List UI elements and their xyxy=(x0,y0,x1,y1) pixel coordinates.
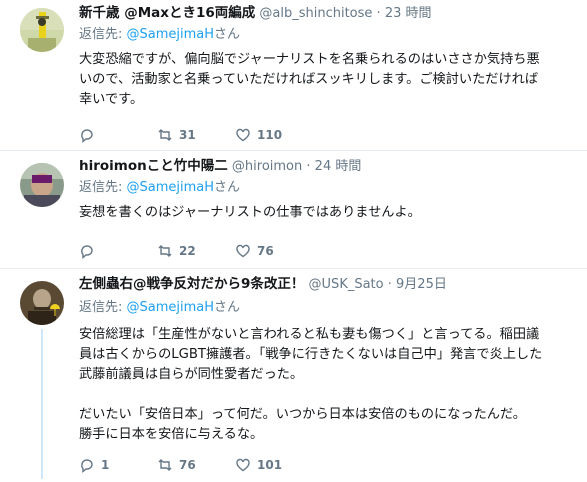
tweet-timestamp[interactable]: 23 時間 xyxy=(385,6,432,21)
avatar[interactable] xyxy=(20,281,64,325)
tweet-text-line: 大変恐縮ですが、偏向脳でジャーナリストを名乗られるのはいささか気持ち悪 xyxy=(79,52,540,67)
tweet-text-line: 幸いです。 xyxy=(79,92,144,107)
tweet[interactable]: 左側蟲右@戦争反対だから9条改正！ @USK_Sato · 9月25日 返信先:… xyxy=(0,269,587,482)
reply-prefix: 返信先: xyxy=(79,180,127,195)
retweet-icon xyxy=(158,245,172,257)
reply-suffix: さん xyxy=(214,180,241,195)
reply-prefix: 返信先: xyxy=(79,300,127,315)
like-icon xyxy=(236,128,250,142)
tweet[interactable]: 新千歳 @Maxとき16両編成 @alb_shinchitose · 23 時間… xyxy=(0,0,587,151)
reply-mention-link[interactable]: @SamejimaH xyxy=(127,27,215,42)
retweet-icon xyxy=(158,129,172,141)
tweet-text-line: 員は古くからのLGBT擁護者。「戦争に行きたくないは自己中」発言で炎上した xyxy=(79,347,543,362)
reply-context: 返信先: @SamejimaHさん xyxy=(79,299,240,317)
user-handle[interactable]: @USK_Sato xyxy=(309,277,384,292)
reply-count: 1 xyxy=(101,458,110,472)
separator-dot: · xyxy=(306,159,311,174)
like-count: 101 xyxy=(257,458,283,472)
reply-button[interactable] xyxy=(79,241,101,261)
display-name[interactable]: 左側蟲右@戦争反対だから9条改正！ xyxy=(79,276,304,292)
reply-suffix: さん xyxy=(214,300,241,315)
display-name[interactable]: 新千歳 @Maxとき16両編成 xyxy=(79,5,255,21)
like-count: 76 xyxy=(257,244,274,258)
tweet-timestamp[interactable]: 24 時間 xyxy=(315,159,362,174)
user-handle[interactable]: @alb_shinchitose xyxy=(259,6,372,21)
reply-button[interactable] xyxy=(79,125,101,145)
retweet-count: 76 xyxy=(179,458,196,472)
retweet-button[interactable]: 31 xyxy=(157,125,196,145)
reply-mention-link[interactable]: @SamejimaH xyxy=(127,300,215,315)
tweet-header: 左側蟲右@戦争反対だから9条改正！ @USK_Sato · 9月25日 xyxy=(79,275,577,294)
tweet-text-line: 安倍総理は「生産性がないと言われると私も妻も傷つく」と言ってる。稲田議 xyxy=(79,327,540,342)
reply-button[interactable]: 1 xyxy=(79,455,109,475)
like-icon xyxy=(236,244,250,258)
retweet-button[interactable]: 76 xyxy=(157,455,196,475)
thread-line xyxy=(41,329,43,479)
like-count: 110 xyxy=(257,128,283,142)
reply-context: 返信先: @SamejimaHさん xyxy=(79,179,240,197)
avatar[interactable] xyxy=(20,8,64,52)
like-button[interactable]: 76 xyxy=(235,241,274,261)
tweet[interactable]: hiroimonこと竹中陽二 @hiroimon · 24 時間 返信先: @S… xyxy=(0,151,587,269)
tweet-text-line: 武藤前議員は自らが同性愛者だった。 xyxy=(79,367,304,382)
tweet-text: 大変恐縮ですが、偏向脳でジャーナリストを名乗られるのはいささか気持ち悪 いので、… xyxy=(79,50,579,110)
tweet-text: 妄想を書くのはジャーナリストの仕事ではありませんよ。 xyxy=(79,203,579,223)
tweet-text-line: いので、活動家と名乗っていただければスッキリします。ご検討いただければ xyxy=(79,72,539,87)
retweet-icon xyxy=(158,459,172,471)
tweet-header: 新千歳 @Maxとき16両編成 @alb_shinchitose · 23 時間 xyxy=(79,4,577,23)
like-icon xyxy=(236,458,250,472)
user-handle[interactable]: @hiroimon xyxy=(232,159,302,174)
tweet-text-line: だいたい「安倍日本」って何だ。いつから日本は安倍のものになったんだ。 xyxy=(79,407,526,422)
reply-icon xyxy=(81,245,93,259)
reply-prefix: 返信先: xyxy=(79,27,127,42)
retweet-count: 31 xyxy=(179,128,196,142)
retweet-count: 22 xyxy=(179,244,196,258)
avatar[interactable] xyxy=(20,163,64,207)
reply-context: 返信先: @SamejimaHさん xyxy=(79,26,240,44)
tweet-text-line xyxy=(79,385,579,405)
reply-icon xyxy=(81,129,93,143)
tweet-text-line: 妄想を書くのはジャーナリストの仕事ではありませんよ。 xyxy=(79,205,421,220)
reply-icon xyxy=(81,459,93,473)
separator-dot: · xyxy=(376,6,381,21)
tweet-timestamp[interactable]: 9月25日 xyxy=(396,277,447,292)
retweet-button[interactable]: 22 xyxy=(157,241,196,261)
like-button[interactable]: 110 xyxy=(235,125,282,145)
like-button[interactable]: 101 xyxy=(235,455,282,475)
tweet-header: hiroimonこと竹中陽二 @hiroimon · 24 時間 xyxy=(79,157,577,176)
reply-mention-link[interactable]: @SamejimaH xyxy=(127,180,215,195)
tweet-text-line: 勝手に日本を安倍に与えるな。 xyxy=(79,427,264,442)
reply-suffix: さん xyxy=(214,27,241,42)
separator-dot: · xyxy=(387,277,392,292)
display-name[interactable]: hiroimonこと竹中陽二 xyxy=(79,158,228,174)
tweet-text: 安倍総理は「生産性がないと言われると私も妻も傷つく」と言ってる。稲田議 員は古く… xyxy=(79,325,579,445)
